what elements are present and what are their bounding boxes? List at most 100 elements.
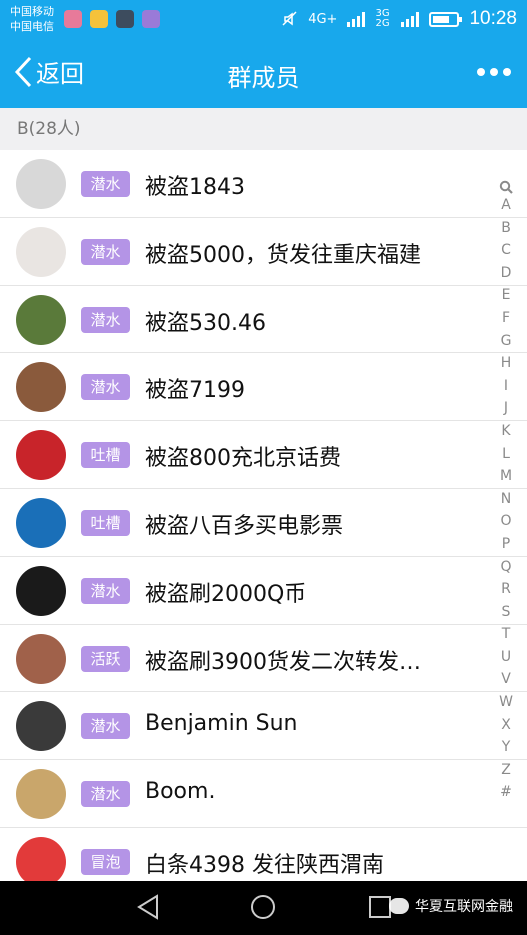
member-level-badge: 潜水 [81,171,130,197]
avatar[interactable] [16,769,66,820]
dot-icon [477,68,485,76]
index-letter[interactable]: D [495,262,517,285]
member-name: 被盗5000，货发往重庆福建 [145,242,421,268]
carrier-2: 中国电信 [10,20,54,33]
member-name: 被盗7199 [145,378,245,404]
index-letter[interactable]: R [495,578,517,601]
carrier-1: 中国移动 [10,5,54,18]
index-letter[interactable]: W [495,691,517,714]
index-letter[interactable]: T [495,623,517,646]
index-letter[interactable]: B [495,217,517,240]
dot-icon [490,68,498,76]
index-letter[interactable]: I [495,375,517,398]
page-title: 群成员 [227,64,300,92]
avatar[interactable] [16,836,66,887]
index-letter[interactable]: Z [495,759,517,782]
mute-icon [282,11,297,26]
index-letter[interactable]: P [495,533,517,556]
index-letter[interactable]: L [495,443,517,466]
member-row[interactable]: 潜水 被盗刷2000Q币 [0,557,527,625]
member-row[interactable]: 潜水 Boom. [0,760,527,828]
member-row[interactable]: 潜水 被盗7199 [0,353,527,422]
index-letter[interactable]: N [495,488,517,511]
index-letter[interactable]: X [495,714,517,737]
index-letter[interactable]: G [495,330,517,353]
avatar[interactable] [16,159,66,209]
index-letter[interactable]: # [495,781,517,804]
notification-icons [64,10,160,28]
avatar[interactable] [16,430,66,481]
signal-icon [347,11,366,27]
member-name: 被盗800充北京话费 [145,446,341,472]
member-row[interactable]: 潜水 被盗5000，货发往重庆福建 [0,218,527,286]
member-row[interactable]: 吐槽 被盗800充北京话费 [0,421,527,489]
member-list: 潜水 被盗1843 潜水 被盗5000，货发往重庆福建 潜水 被盗530.46 潜水 被盗71… [0,150,527,896]
avatar[interactable] [16,565,66,616]
network-type-1: 4G+ [308,11,338,27]
nav-home-icon[interactable] [249,893,277,921]
index-letter[interactable]: J [495,397,517,420]
member-name: 被盗刷2000Q币 [145,581,307,607]
member-level-badge: 活跃 [81,645,130,672]
member-level-badge: 潜水 [81,781,130,808]
title-bar: 返回 群成员 [0,40,527,108]
index-letter[interactable]: V [495,668,517,691]
index-letter[interactable]: H [495,352,517,375]
index-letter[interactable]: A [495,194,517,217]
member-row[interactable]: 潜水 被盗530.46 [0,286,527,354]
member-name: Benjamin Sun [145,711,298,737]
member-name: 被盗刷3900货发二次转发… [145,649,421,675]
avatar[interactable] [16,497,66,548]
network-type-2: 3G 2G [375,8,390,29]
watermark-text: 华夏互联网金融 [415,899,513,915]
dot-icon [503,68,511,76]
member-row[interactable]: 潜水 被盗1843 [0,150,527,218]
battery-icon [429,11,463,27]
avatar[interactable] [16,226,66,277]
avatar[interactable] [16,294,66,345]
index-letter[interactable]: S [495,601,517,624]
alphabet-index[interactable]: A B C D E F G H I J K L M N O P Q R S T U V W X Y Z # [495,178,517,804]
avatar[interactable] [16,362,66,413]
index-letter[interactable]: C [495,239,517,262]
index-letter[interactable]: K [495,420,517,443]
member-level-badge: 潜水 [81,374,130,401]
index-letter[interactable]: E [495,284,517,307]
member-level-badge: 潜水 [81,577,130,604]
signal-icon-2 [401,11,420,27]
clock: 10:28 [469,8,517,29]
avatar[interactable] [16,633,66,684]
avatar[interactable] [16,701,66,752]
watermark: 华夏互联网金融 [389,896,513,916]
carrier-info: 中国移动 中国电信 [10,4,54,34]
member-name: Boom. [145,779,216,805]
photo-notification-icon [90,10,108,28]
status-bar: 中国移动 中国电信 4G+ 3G 2G 10:28 [0,0,527,40]
member-level-badge: 潜水 [81,238,130,265]
battery-fill [433,15,449,23]
index-letter[interactable]: F [495,307,517,330]
search-icon[interactable] [499,180,513,194]
index-letter[interactable]: O [495,510,517,533]
member-level-badge: 冒泡 [81,848,130,875]
more-options-button[interactable] [473,60,515,84]
member-name: 被盗530.46 [145,310,266,336]
member-level-badge: 吐槽 [81,509,130,536]
member-row[interactable]: 潜水 Benjamin Sun [0,692,527,761]
gallery-notification-icon [116,10,134,28]
member-row[interactable]: 吐槽 被盗八百多买电影票 [0,489,527,557]
nav-back-icon[interactable] [135,893,161,921]
index-letter[interactable]: M [495,465,517,488]
wechat-logo-icon [389,898,409,914]
index-letter[interactable]: Q [495,556,517,579]
member-level-badge: 潜水 [81,306,130,333]
app-notification-icon [64,10,82,28]
index-letter[interactable]: U [495,646,517,669]
member-name: 被盗八百多买电影票 [145,513,344,539]
member-level-badge: 潜水 [81,713,130,740]
member-row[interactable]: 活跃 被盗刷3900货发二次转发… [0,625,527,693]
member-name: 被盗1843 [145,175,245,200]
section-header: B(28人) [0,108,527,150]
image-notification-icon [142,10,160,28]
index-letter[interactable]: Y [495,736,517,759]
